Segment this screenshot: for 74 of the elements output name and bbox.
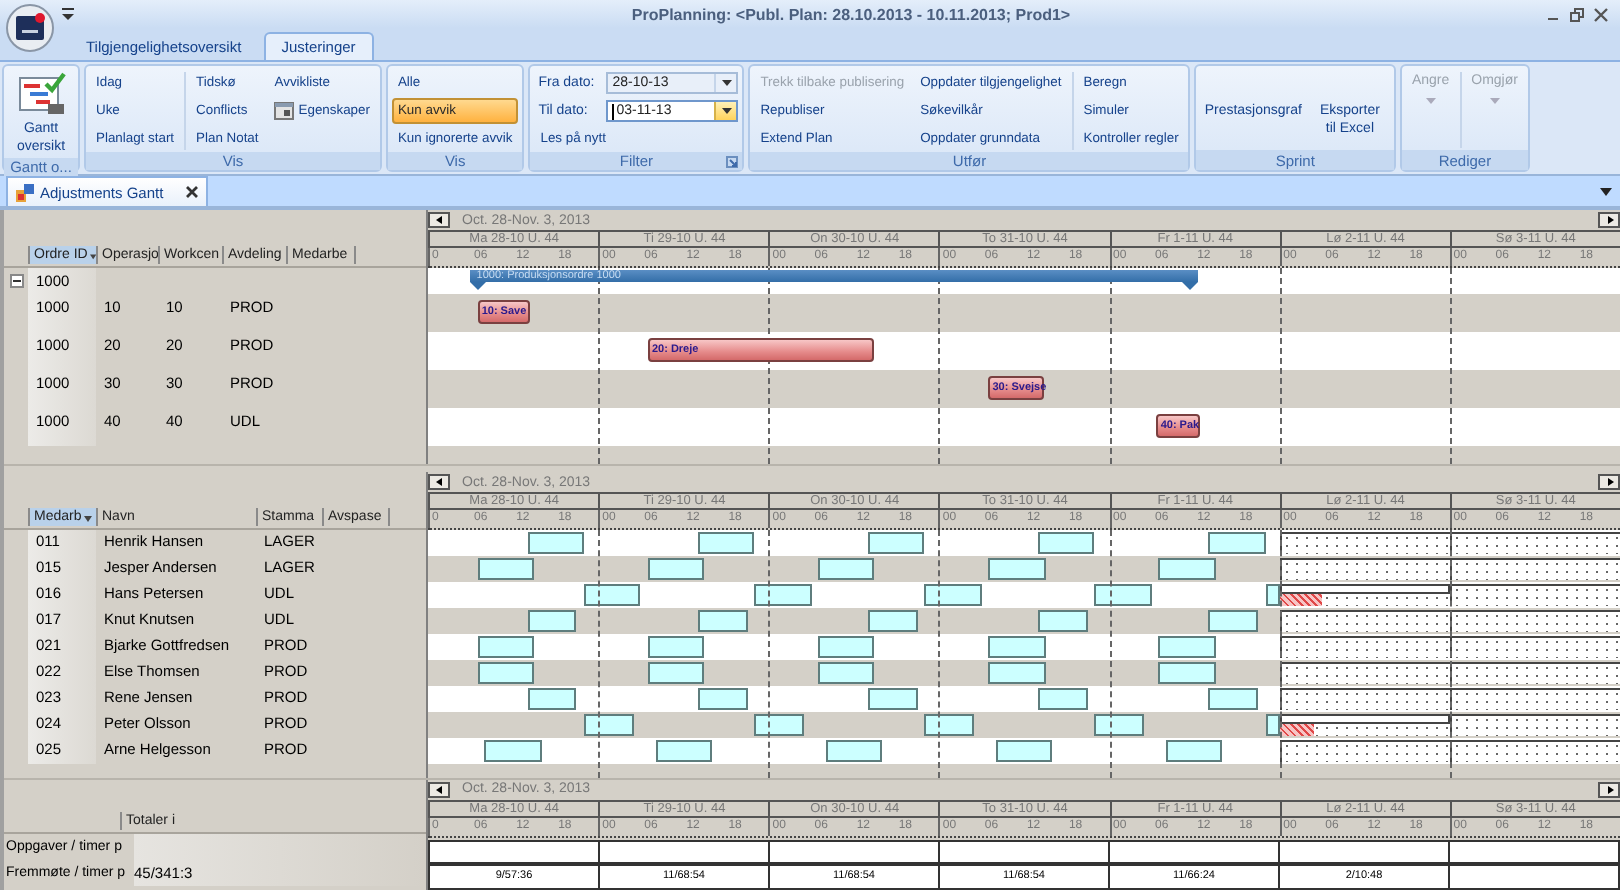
shift-block[interactable] <box>924 584 982 606</box>
triangle-right-icon <box>1605 785 1613 794</box>
shift-block[interactable] <box>1208 688 1259 710</box>
tiles-icon <box>16 183 34 201</box>
scroll-right-button[interactable] <box>1598 212 1620 228</box>
scroll-right-button[interactable] <box>1598 781 1620 798</box>
shift-block[interactable] <box>647 662 705 684</box>
collapse-toggle[interactable] <box>9 274 23 288</box>
shift-block[interactable] <box>988 558 1046 580</box>
shift-block[interactable] <box>867 532 925 554</box>
caret-icon <box>1489 98 1500 104</box>
shift-block[interactable] <box>647 636 705 658</box>
shift-block[interactable] <box>584 714 634 736</box>
shift-block[interactable] <box>527 688 577 710</box>
restore-icon[interactable] <box>1570 7 1584 21</box>
shift-block[interactable] <box>924 714 975 736</box>
scroll-right-button[interactable] <box>1598 474 1620 490</box>
triangle-left-icon <box>435 216 443 224</box>
caret-icon <box>721 80 732 86</box>
shift-block[interactable] <box>697 532 755 554</box>
shift-block[interactable] <box>988 662 1046 684</box>
shift-block[interactable] <box>477 558 535 580</box>
shift-block[interactable] <box>1038 532 1095 554</box>
shift-block[interactable] <box>867 610 918 632</box>
shift-block[interactable] <box>1094 584 1152 606</box>
shift-block[interactable] <box>818 636 875 658</box>
shift-block[interactable] <box>1038 688 1088 710</box>
shift-block[interactable] <box>995 740 1053 762</box>
dialog-launcher-icon[interactable] <box>726 156 739 168</box>
shift-block[interactable] <box>1158 636 1216 658</box>
caret-icon <box>1425 98 1436 104</box>
triangle-left-icon <box>435 478 443 486</box>
scroll-left-button[interactable] <box>428 781 450 798</box>
sort-icon <box>83 513 92 521</box>
window-icon <box>274 102 295 120</box>
triangle-right-icon <box>1605 216 1613 224</box>
scroll-left-button[interactable] <box>428 212 450 228</box>
shift-block[interactable] <box>1094 714 1145 736</box>
shift-block[interactable] <box>584 584 641 606</box>
shift-block[interactable] <box>527 610 577 632</box>
shift-block[interactable] <box>1265 584 1280 606</box>
window-title: ProPlanning: <Publ. Plan: 28.10.2013 - 10.11.2013; Prod1> <box>629 5 1073 23</box>
triangle-right-icon <box>1605 478 1613 486</box>
shift-block[interactable] <box>1165 740 1223 762</box>
shift-block[interactable] <box>754 714 805 736</box>
shift-block[interactable] <box>988 636 1046 658</box>
shift-block[interactable] <box>477 662 535 684</box>
shift-block[interactable] <box>1038 610 1088 632</box>
caret-icon <box>721 108 732 114</box>
shift-block[interactable] <box>527 532 585 554</box>
shift-block[interactable] <box>754 584 812 606</box>
shift-block[interactable] <box>647 558 705 580</box>
gantt-chart-icon <box>17 72 65 116</box>
shift-block[interactable] <box>867 688 918 710</box>
shift-block[interactable] <box>818 662 875 684</box>
shift-block[interactable] <box>1208 610 1259 632</box>
scroll-left-button[interactable] <box>428 474 450 490</box>
shift-block[interactable] <box>825 740 883 762</box>
close-icon[interactable] <box>185 186 198 198</box>
shift-block[interactable] <box>1208 532 1266 554</box>
sort-icon <box>89 251 96 259</box>
shift-block[interactable] <box>818 558 875 580</box>
shift-block[interactable] <box>697 688 748 710</box>
shift-block[interactable] <box>1158 558 1216 580</box>
shift-block[interactable] <box>1265 714 1280 736</box>
close-icon[interactable] <box>1594 7 1608 21</box>
shift-block[interactable] <box>655 740 712 762</box>
shift-block[interactable] <box>477 636 535 658</box>
shift-block[interactable] <box>484 740 542 762</box>
shift-block[interactable] <box>697 610 748 632</box>
triangle-left-icon <box>435 785 443 794</box>
shift-block[interactable] <box>1158 662 1216 684</box>
dropdown-arrow-icon[interactable] <box>1600 188 1612 196</box>
quick-access-menu-icon[interactable] <box>60 6 76 22</box>
